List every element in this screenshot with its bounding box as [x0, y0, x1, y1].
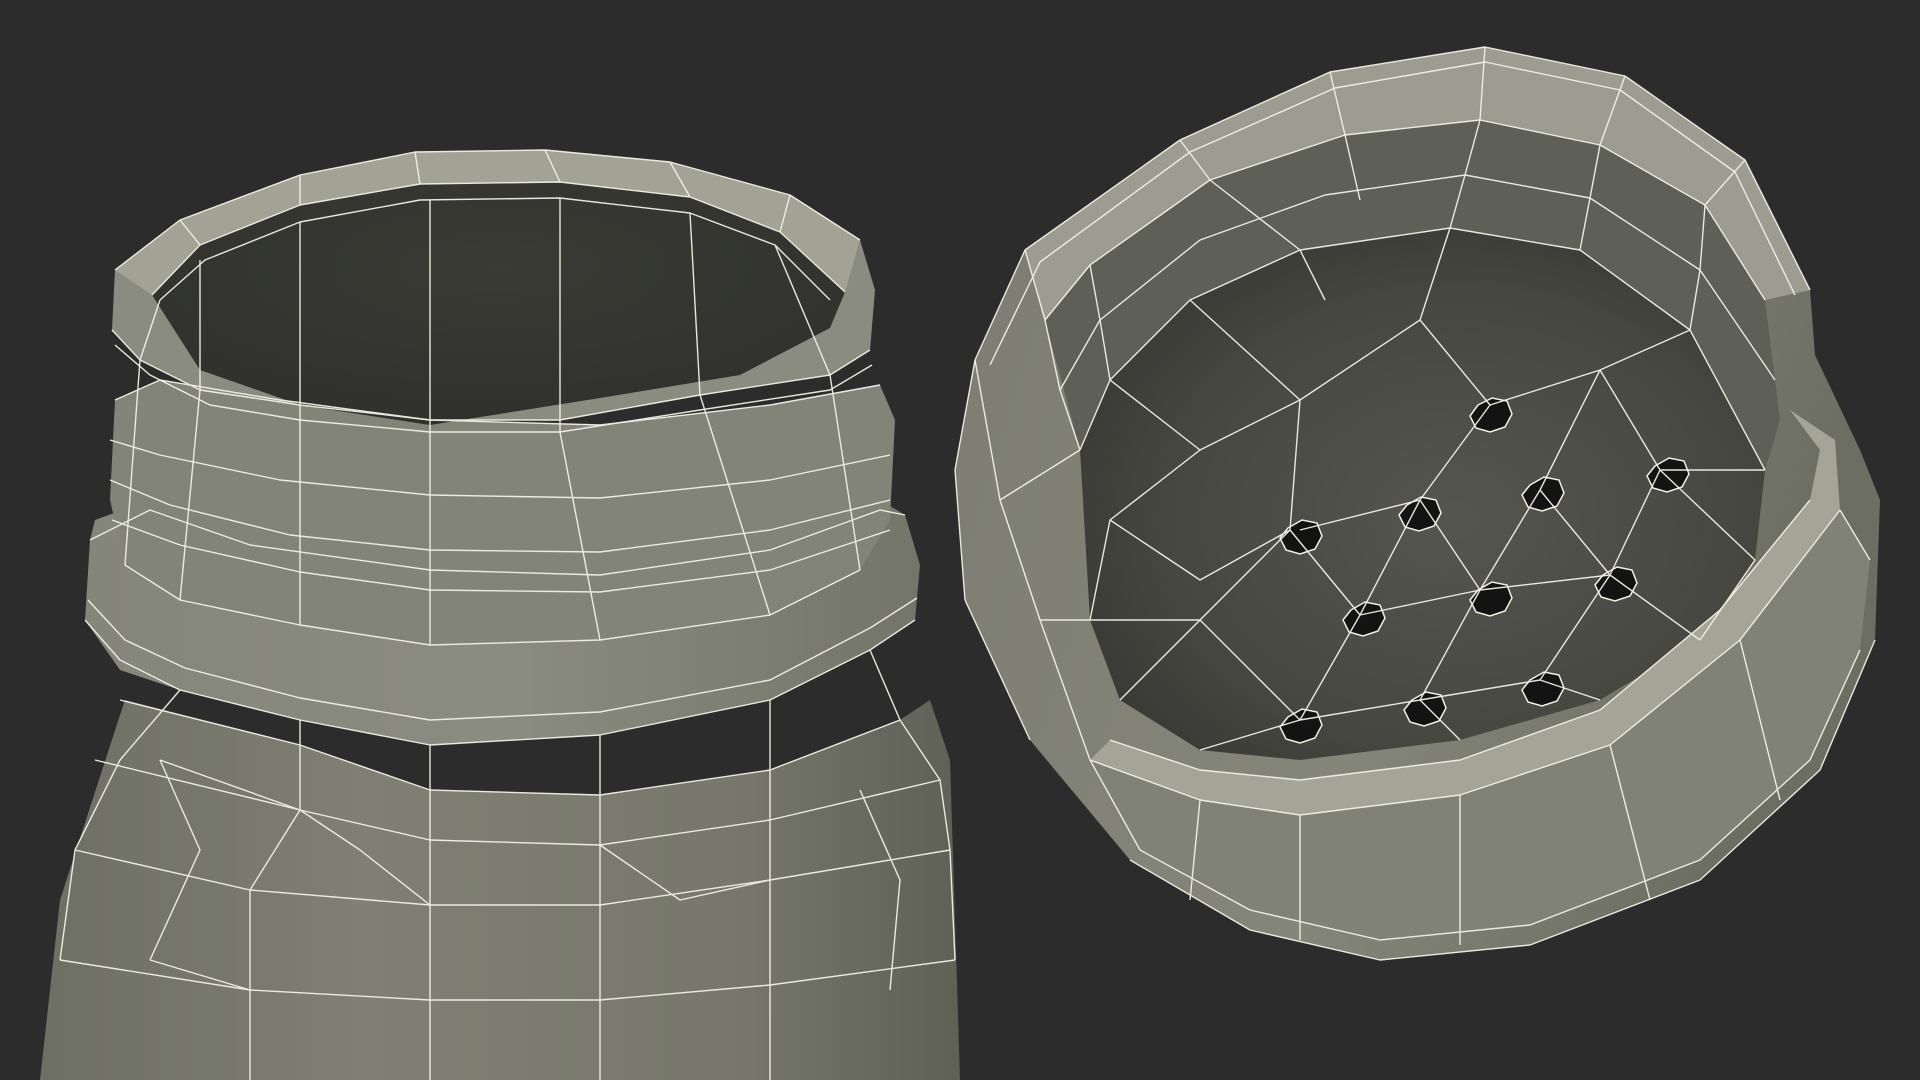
- jar-model: [40, 149, 960, 1080]
- render-viewport: [40, 46, 1880, 1080]
- jar-body: [40, 700, 960, 1080]
- shaker-cap-model: [954, 46, 1880, 961]
